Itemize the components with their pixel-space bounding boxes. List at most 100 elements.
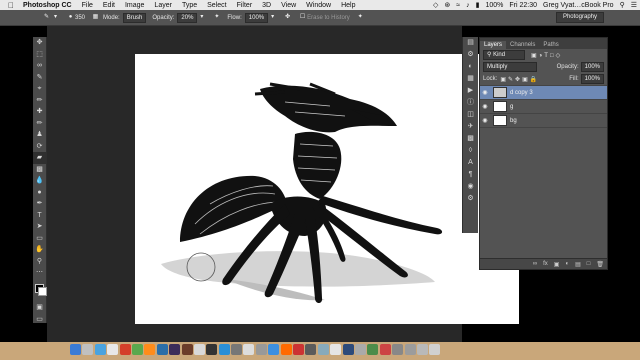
tool-presets-icon[interactable]: ◉ bbox=[463, 181, 478, 193]
eraser-tool-preset[interactable]: ✎ ▾ bbox=[42, 13, 60, 22]
flow-field[interactable]: 100% bbox=[244, 12, 269, 23]
dropbox-dock-icon[interactable] bbox=[268, 344, 280, 355]
layer-opacity-field[interactable]: 100% bbox=[580, 62, 604, 72]
wifi-icon[interactable]: ≈ bbox=[453, 2, 463, 9]
filter-icons[interactable]: ▣◑T□◇ bbox=[531, 52, 562, 59]
brush-panel-toggle[interactable]: ▦ bbox=[91, 13, 100, 22]
actions-panel-icon[interactable]: ▶ bbox=[463, 85, 478, 97]
opacity-chevron-icon[interactable]: ▾ bbox=[197, 13, 206, 22]
path-selection-tool-icon[interactable]: ➤ bbox=[33, 221, 46, 233]
documents-stack-icon[interactable] bbox=[416, 344, 428, 355]
calendar-icon[interactable] bbox=[119, 344, 131, 355]
system-preferences-icon[interactable] bbox=[255, 344, 267, 355]
dock-app-icon[interactable] bbox=[392, 344, 404, 355]
quick-selection-tool-icon[interactable]: ✎ bbox=[33, 72, 46, 84]
activity-monitor-icon[interactable] bbox=[354, 344, 366, 355]
app-name-menu[interactable]: Photoshop CC bbox=[18, 2, 77, 9]
photoshop-icon[interactable] bbox=[156, 344, 168, 355]
mail-icon[interactable] bbox=[107, 344, 119, 355]
clock[interactable]: Fri 22:30 bbox=[506, 2, 540, 9]
tab-layers[interactable]: Layers bbox=[480, 41, 507, 49]
menu-layer[interactable]: Layer bbox=[149, 2, 177, 9]
add-mask-icon[interactable]: ▣ bbox=[554, 261, 560, 268]
healing-brush-tool-icon[interactable]: ✚ bbox=[33, 106, 46, 118]
eye-icon[interactable]: ◉ bbox=[480, 117, 490, 124]
textedit-icon[interactable] bbox=[193, 344, 205, 355]
spotlight-icon[interactable]: ⚲ bbox=[617, 1, 628, 9]
menu-help[interactable]: Help bbox=[336, 2, 360, 9]
menu-filter[interactable]: Filter bbox=[232, 2, 258, 9]
screen-mode-icon[interactable]: ▭ bbox=[33, 314, 46, 326]
pressure-opacity-toggle[interactable]: ✦ bbox=[212, 13, 221, 22]
menu-type[interactable]: Type bbox=[177, 2, 202, 9]
eraser-tool-icon[interactable]: ▰ bbox=[33, 152, 46, 164]
timeline-panel-icon[interactable]: ⚙ bbox=[463, 193, 478, 205]
lock-icons[interactable]: ▣✎✥▣🔒 bbox=[500, 76, 539, 83]
delete-layer-icon[interactable]: 🗑 bbox=[596, 261, 604, 268]
volume-icon[interactable]: ♪ bbox=[463, 2, 473, 9]
new-layer-icon[interactable]: □ bbox=[587, 261, 591, 267]
user-name[interactable]: Greg Vyat…cBook Pro bbox=[540, 2, 617, 9]
swatches-panel-icon[interactable]: ▦ bbox=[463, 73, 478, 85]
tab-channels[interactable]: Channels bbox=[506, 41, 539, 49]
more-tools-icon[interactable]: ⋯ bbox=[33, 267, 46, 279]
channels-panel-icon[interactable]: ▩ bbox=[463, 133, 478, 145]
preview-icon[interactable] bbox=[231, 344, 243, 355]
workspace-switcher[interactable]: Photography bbox=[555, 12, 604, 23]
eye-icon[interactable]: ◉ bbox=[480, 103, 490, 110]
layer-row[interactable]: ◉ bg bbox=[480, 113, 607, 128]
eye-icon[interactable]: ◉ bbox=[480, 89, 490, 96]
quick-mask-icon[interactable]: ▣ bbox=[33, 302, 46, 314]
pen-tool-icon[interactable]: ✒ bbox=[33, 198, 46, 210]
firefox-icon[interactable] bbox=[280, 344, 292, 355]
image-capture-icon[interactable] bbox=[317, 344, 329, 355]
move-tool-icon[interactable]: ✥ bbox=[33, 37, 46, 49]
menu-edit[interactable]: Edit bbox=[98, 2, 120, 9]
messages-icon[interactable] bbox=[367, 344, 379, 355]
filezilla-icon[interactable] bbox=[293, 344, 305, 355]
illustrator-icon[interactable] bbox=[144, 344, 156, 355]
paths-panel-icon[interactable]: ◊ bbox=[463, 145, 478, 157]
blur-tool-icon[interactable]: 💧 bbox=[33, 175, 46, 187]
menu-view[interactable]: View bbox=[276, 2, 301, 9]
paragraph-panel-icon[interactable]: ¶ bbox=[463, 169, 478, 181]
new-group-icon[interactable]: ▤ bbox=[575, 261, 581, 268]
terminal-icon[interactable] bbox=[206, 344, 218, 355]
app-store-icon[interactable] bbox=[218, 344, 230, 355]
bridge-icon[interactable] bbox=[181, 344, 193, 355]
brush-tool-icon[interactable]: ✏ bbox=[33, 118, 46, 130]
menu-3d[interactable]: 3D bbox=[257, 2, 276, 9]
layer-style-icon[interactable]: fx bbox=[543, 261, 548, 267]
marquee-tool-icon[interactable]: ⬚ bbox=[33, 49, 46, 61]
adjustments-panel-icon[interactable]: ◐ bbox=[463, 61, 478, 73]
itunes-icon[interactable] bbox=[379, 344, 391, 355]
history-brush-tool-icon[interactable]: ⟳ bbox=[33, 141, 46, 153]
crop-tool-icon[interactable]: ⌖ bbox=[33, 83, 46, 95]
premiere-icon[interactable] bbox=[169, 344, 181, 355]
eyedropper-tool-icon[interactable]: ✏ bbox=[33, 95, 46, 107]
calculator-icon[interactable] bbox=[330, 344, 342, 355]
lasso-tool-icon[interactable]: ∞ bbox=[33, 60, 46, 72]
bluetooth-icon[interactable]: ⊛ bbox=[441, 1, 453, 9]
brush-presets-icon[interactable]: ✈ bbox=[463, 121, 478, 133]
dodge-tool-icon[interactable]: ● bbox=[33, 187, 46, 199]
info-panel-icon[interactable]: ⓘ bbox=[463, 97, 478, 109]
pressure-size-toggle[interactable]: ✦ bbox=[356, 13, 365, 22]
rectangle-tool-icon[interactable]: ▭ bbox=[33, 233, 46, 245]
background-color-swatch[interactable] bbox=[38, 287, 47, 296]
flow-chevron-icon[interactable]: ▾ bbox=[268, 13, 277, 22]
link-layers-icon[interactable]: ∞ bbox=[533, 261, 537, 267]
blend-mode-select[interactable]: Multiply bbox=[483, 62, 537, 72]
brush-size-picker[interactable]: ● 350 bbox=[66, 13, 85, 22]
safari-icon[interactable] bbox=[94, 344, 106, 355]
trash-icon[interactable] bbox=[429, 344, 441, 355]
filter-kind-select[interactable]: ⚲ Kind bbox=[483, 50, 525, 60]
downloads-stack-icon[interactable] bbox=[404, 344, 416, 355]
fill-field[interactable]: 100% bbox=[580, 74, 604, 84]
notes-icon[interactable] bbox=[243, 344, 255, 355]
character-panel-icon[interactable]: A bbox=[463, 157, 478, 169]
tab-paths[interactable]: Paths bbox=[539, 41, 562, 49]
history-panel-icon[interactable]: ▤ bbox=[463, 37, 478, 49]
apple-icon[interactable]:  bbox=[0, 1, 18, 10]
battery-icon[interactable]: ▮ bbox=[473, 1, 483, 9]
